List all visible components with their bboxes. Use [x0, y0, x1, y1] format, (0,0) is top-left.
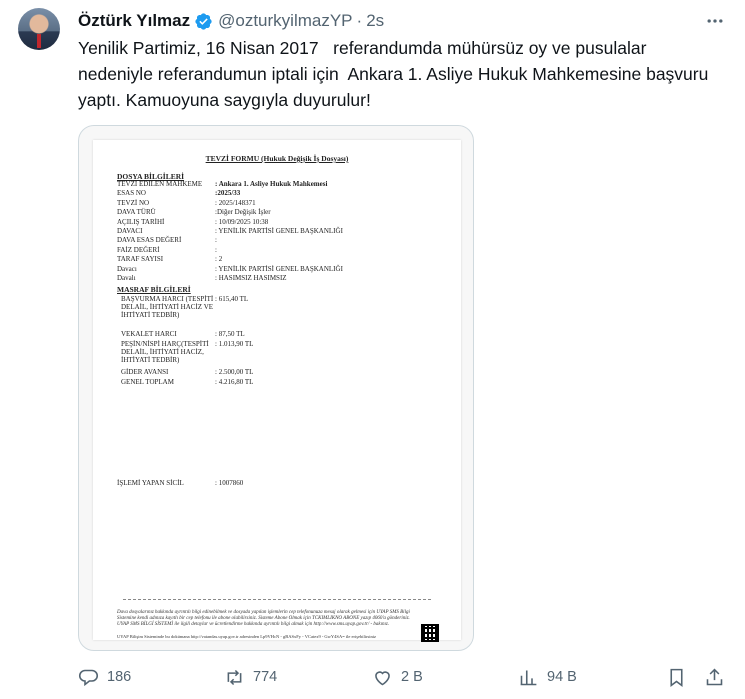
document-page: TEVZİ FORMU (Hukuk Değişik İş Dosyası) D… — [93, 140, 461, 642]
dosya-row: DAVACI : YENİLİK PARTİSİ GENEL BAŞKANLIĞI — [117, 227, 343, 236]
masraf-row-label: GİDER AVANSI — [121, 368, 169, 376]
tweet-actions: 186 774 2 B 94 B — [78, 664, 728, 690]
repost-button[interactable]: 774 — [224, 664, 277, 690]
document-title: TEVZİ FORMU (Hukuk Değişik İş Dosyası) — [205, 154, 349, 163]
masraf-row-value: : 2.500,00 TL — [215, 368, 254, 376]
repost-count: 774 — [253, 669, 278, 685]
dosya-row: DAVA ESAS DEĞERİ: — [117, 236, 217, 245]
masraf-row: GENEL TOPLAM : 4.216,80 TL — [117, 378, 253, 386]
footer-note: Dava dosyalarınız hakkında ayrıntılı bil… — [117, 610, 410, 628]
dashed-divider — [123, 599, 431, 600]
masraf-row-value: : 615,40 TL — [215, 295, 249, 303]
dosya-row: ESAS NO :2025/33 — [117, 189, 240, 198]
tweet-header: Öztürk Yılmaz @ozturkyilmazYP · 2s — [78, 10, 384, 32]
reply-icon — [79, 669, 98, 686]
separator-dot: · — [356, 11, 363, 30]
masraf-row: GİDER AVANSI : 2.500,00 TL — [117, 368, 253, 376]
dosya-row: DAVA TÜRÜ :Diğer Değişik İşler — [117, 208, 271, 217]
masraf-row-label: BAŞVURMA HARCI (TESPİTİ DELAİL, İHTİYATİ… — [121, 295, 214, 319]
dosya-row-value: : — [215, 236, 217, 245]
masraf-row-value: : 87,50 TL — [215, 330, 245, 338]
islem-value: : 1007860 — [215, 479, 244, 487]
dosya-row-label: DAVA TÜRÜ — [117, 208, 156, 217]
masraf-row-label: PEŞİN/NİSPİ HARÇ(TESPİTİ DELAİL, İHTİYAT… — [121, 340, 209, 364]
tweet-image[interactable]: TEVZİ FORMU (Hukuk Değişik İş Dosyası) D… — [78, 125, 474, 651]
views-button[interactable]: 94 B — [518, 664, 577, 690]
masraf-row-label: VEKALET HARCI — [121, 330, 177, 338]
dosya-row-value: :2025/33 — [215, 189, 241, 198]
dosya-row-label: Davalı — [117, 274, 136, 282]
author-handle[interactable]: @ozturkyilmazYP — [218, 11, 352, 31]
views-count: 94 B — [547, 669, 577, 685]
dosya-row-label: DAVA ESAS DEĞERİ — [117, 236, 182, 245]
masraf-section-heading: MASRAF BİLGİLERİ — [117, 285, 191, 294]
qr-code-icon — [421, 624, 439, 642]
masraf-row-label: GENEL TOPLAM — [121, 378, 174, 386]
dosya-row-label: TARAF SAYISI — [117, 255, 164, 264]
dosya-row-value: : YENİLİK PARTİSİ GENEL BAŞKANLIĞI — [215, 227, 343, 235]
dosya-row-value: : 10/09/2025 10:38 — [215, 217, 269, 226]
masraf-row: VEKALET HARCI : 87,50 TL — [117, 330, 245, 338]
dosya-row-value: : 2 — [215, 255, 223, 264]
author-name[interactable]: Öztürk Yılmaz — [78, 11, 190, 31]
dosya-row-label: TEVZİ EDİLEN MAHKEME — [117, 180, 203, 188]
dosya-row-label: AÇILIŞ TARİHİ — [117, 217, 165, 226]
dosya-row-value: : — [215, 245, 217, 254]
dosya-row-label: TEVZİ NO — [117, 198, 150, 207]
masraf-row: PEŞİN/NİSPİ HARÇ(TESPİTİ DELAİL, İHTİYAT… — [117, 340, 253, 364]
dosya-row: Davacı : YENİLİK PARTİSİ GENEL BAŞKANLIĞI — [117, 265, 343, 274]
author-avatar[interactable] — [18, 8, 60, 50]
dosya-row-value: : 2025/148371 — [215, 198, 256, 207]
dosya-row: Davalı : HASIMSIZ HASIMSIZ — [117, 274, 287, 283]
dosya-row-label: FAİZ DEĞERİ — [117, 245, 160, 254]
bookmark-icon — [670, 668, 683, 687]
dosya-row: TEVZİ EDİLEN MAHKEME : Ankara 1. Asliye H… — [117, 180, 327, 189]
reply-count: 186 — [107, 669, 132, 685]
islem-label: İŞLEMİ YAPAN SİCİL — [117, 479, 184, 487]
dosya-row-label: DAVACI — [117, 227, 143, 235]
masraf-row-value: : 4.216,80 TL — [215, 378, 254, 386]
reply-button[interactable]: 186 — [78, 664, 131, 690]
like-button[interactable]: 2 B — [372, 664, 423, 690]
islem-row: İŞLEMİ YAPAN SİCİL : 1007860 — [117, 479, 243, 487]
share-button[interactable] — [704, 664, 725, 690]
bookmark-button[interactable] — [666, 664, 687, 690]
masraf-row-value: : 1.013,90 TL — [215, 340, 254, 348]
masraf-row: BAŞVURMA HARCI (TESPİTİ DELAİL, İHTİYATİ… — [117, 295, 248, 319]
share-icon — [706, 668, 723, 685]
views-icon — [520, 670, 537, 685]
footer-code: UYAP Bilişim Sisteminde bu dokümana http… — [117, 634, 376, 639]
dosya-row-label: Davacı — [117, 264, 137, 273]
dosya-row-label: ESAS NO — [117, 189, 146, 198]
more-icon — [707, 19, 723, 23]
like-count: 2 B — [401, 669, 423, 685]
repost-icon — [227, 669, 242, 685]
like-icon — [375, 670, 390, 685]
dosya-row: AÇILIŞ TARİHİ : 10/09/2025 10:38 — [117, 218, 268, 227]
dosya-row-value: : Ankara 1. Asliye Hukuk Mahkemesi — [215, 180, 328, 188]
dosya-row-value: :Diğer Değişik İşler — [215, 208, 271, 217]
dosya-row-value: : YENİLİK PARTİSİ GENEL BAŞKANLIĞI — [215, 264, 343, 273]
verified-badge-icon — [195, 12, 212, 30]
more-options-button[interactable] — [704, 10, 726, 32]
dosya-row: FAİZ DEĞERİ: — [117, 246, 217, 255]
dosya-row: TEVZİ NO : 2025/148371 — [117, 199, 256, 208]
tweet-text: Yenilik Partimiz, 16 Nisan 2017 referand… — [78, 38, 714, 110]
tweet-time[interactable]: 2s — [366, 11, 384, 31]
dosya-row-value: : HASIMSIZ HASIMSIZ — [215, 274, 287, 282]
dosya-row: TARAF SAYISI : 2 — [117, 255, 222, 264]
